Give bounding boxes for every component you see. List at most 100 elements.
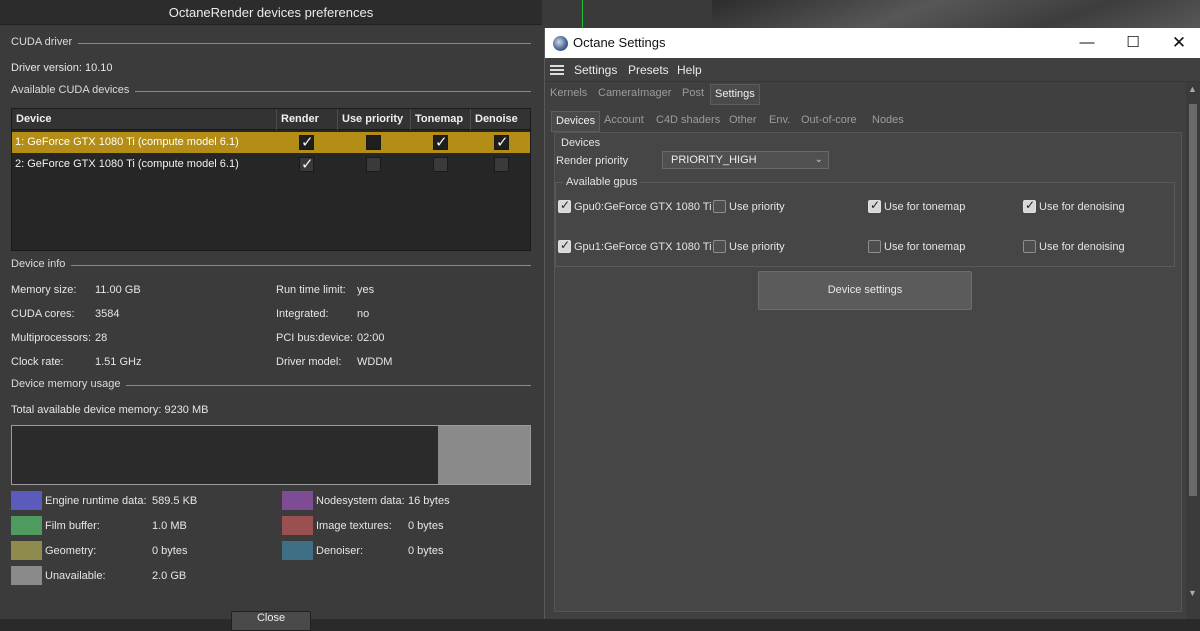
gpu0-tonemap-checkbox[interactable] [868,198,881,213]
tonemap-checkbox[interactable] [433,157,448,172]
integrated-value: no [357,308,370,320]
driver-version: Driver version: 10.10 [11,62,113,74]
tab-settings[interactable]: Settings [710,84,760,105]
tonemap-checkbox[interactable] [433,132,448,153]
priority-checkbox[interactable] [366,135,381,150]
render-priority-value: PRIORITY_HIGH [671,154,757,166]
gpu1-denoise-checkbox[interactable] [1023,240,1036,253]
cuda-cores-label: CUDA cores: [11,308,75,320]
octane-settings-window: Octane Settings — ☐ ✕ Settings Presets H… [544,28,1200,619]
tab-post[interactable]: Post [678,84,708,105]
menu-presets[interactable]: Presets [628,63,669,77]
menu-help[interactable]: Help [677,63,702,77]
legend-swatch [282,491,313,510]
render-priority-select[interactable]: PRIORITY_HIGH ⌄ [662,151,829,169]
section-cuda-driver: CUDA driver [11,36,531,50]
close-button[interactable]: Close [231,611,311,631]
col-tonemap[interactable]: Tonemap [411,109,471,130]
chevron-down-icon: ⌄ [814,154,823,165]
legend-value: 589.5 KB [152,495,198,507]
multiprocessors-label: Multiprocessors: [11,332,92,344]
hamburger-menu-icon[interactable] [550,65,564,75]
section-available-devices: Available CUDA devices [11,84,531,98]
gpu1-priority-checkbox[interactable] [713,240,726,253]
legend-label: Denoiser: [316,545,364,557]
memory-usage-bar [11,425,531,485]
gpu0-priority-label: Use priority [729,201,785,213]
render-checkbox[interactable] [299,154,314,175]
scrollbar-thumb[interactable] [1189,104,1197,496]
close-icon[interactable]: ✕ [1156,28,1200,58]
menu-settings[interactable]: Settings [574,63,617,77]
gpu1-tonemap-label: Use for tonemap [884,241,966,253]
device-settings-button[interactable]: Device settings [758,271,972,310]
gpu0-enable-checkbox[interactable] [558,198,571,213]
dialog-title: OctaneRender devices preferences [0,0,542,25]
maximize-icon[interactable]: ☐ [1110,28,1156,58]
legend-swatch [11,566,42,585]
tab-kernels[interactable]: Kernels [546,84,591,105]
legend-label: Unavailable: [45,570,106,582]
cinema4d-icon [553,36,568,51]
tab-nodes[interactable]: Nodes [868,111,908,132]
minimize-icon[interactable]: — [1064,28,1110,58]
memory-size-value: 11.00 GB [95,284,141,296]
render-checkbox[interactable] [299,132,314,153]
col-device[interactable]: Device [12,109,277,130]
section-memory-usage: Device memory usage [11,378,531,392]
col-use-priority[interactable]: Use priority [338,109,411,130]
available-gpus-label: Available gpus [563,176,641,188]
col-render[interactable]: Render [277,109,338,130]
scroll-up-icon[interactable]: ▲ [1188,84,1197,94]
denoise-checkbox[interactable] [494,132,509,153]
legend-swatch [11,541,42,560]
legend-swatch [11,516,42,535]
gpu0-denoise-checkbox[interactable] [1023,198,1036,213]
legend-value: 1.0 MB [152,520,187,532]
devices-group-label: Devices [561,137,601,149]
pci-bus-label: PCI bus:device: [276,332,354,344]
tab-out-of-core[interactable]: Out-of-core [797,111,861,132]
legend-value: 16 bytes [408,495,450,507]
tab-env[interactable]: Env. [765,111,794,132]
pci-bus-value: 02:00 [357,332,385,344]
gpu1-enable-checkbox[interactable] [558,238,571,253]
tab-cameraimager[interactable]: CameraImager [594,84,675,105]
driver-model-value: WDDM [357,356,393,368]
gpu1-priority-label: Use priority [729,241,785,253]
memory-size-label: Memory size: [11,284,77,296]
cuda-cores-value: 3584 [95,308,120,320]
priority-checkbox[interactable] [366,157,381,172]
tab-devices[interactable]: Devices [551,111,601,132]
render-priority-label: Render priority [556,155,629,167]
viewport-axis-line [582,0,583,28]
tab-c4d-shaders[interactable]: C4D shaders [652,111,724,132]
table-header: Device Render Use priority Tonemap Denoi… [12,109,530,130]
gpu0-name: Gpu0:GeForce GTX 1080 Ti [574,201,712,213]
device-table: Device Render Use priority Tonemap Denoi… [11,108,531,251]
window-title: Octane Settings [573,35,666,50]
device-name: 2: GeForce GTX 1080 Ti (compute model 6.… [15,158,239,170]
gpu0-tonemap-label: Use for tonemap [884,201,966,213]
table-row[interactable]: 2: GeForce GTX 1080 Ti (compute model 6.… [12,154,530,175]
legend-label: Image textures: [316,520,392,532]
scrollbar[interactable]: ▲ ▼ [1186,82,1200,619]
total-memory: Total available device memory: 9230 MB [11,404,209,416]
multiprocessors-value: 28 [95,332,108,344]
legend-label: Nodesystem data: [316,495,405,507]
gpu1-denoise-label: Use for denoising [1039,241,1125,253]
clock-rate-value: 1.51 GHz [95,356,142,368]
section-device-info: Device info [11,258,531,272]
scroll-down-icon[interactable]: ▼ [1188,588,1197,598]
col-denoise[interactable]: Denoise [471,109,531,130]
denoise-checkbox[interactable] [494,157,509,172]
gpu0-priority-checkbox[interactable] [713,200,726,213]
clock-rate-label: Clock rate: [11,356,64,368]
tab-account[interactable]: Account [600,111,648,132]
gpu1-tonemap-checkbox[interactable] [868,240,881,253]
available-gpus-group [555,182,1175,267]
legend-swatch [11,491,42,510]
runtime-limit-value: yes [357,284,375,296]
tab-other[interactable]: Other [725,111,761,132]
table-row[interactable]: 1: GeForce GTX 1080 Ti (compute model 6.… [12,132,530,153]
